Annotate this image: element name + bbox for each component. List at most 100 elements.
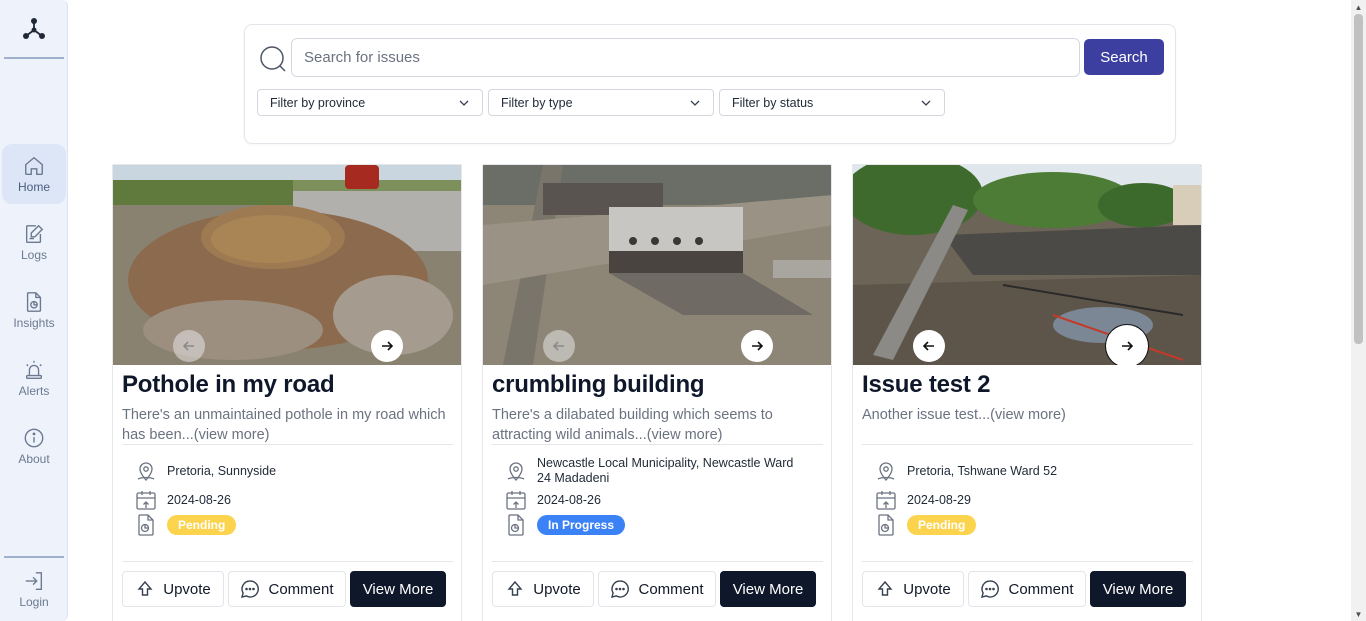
upvote-button[interactable]: Upvote: [862, 571, 964, 607]
view-more-label: View More: [732, 580, 804, 598]
arrow-up-icon: [507, 580, 523, 596]
page-scrollbar[interactable]: ▲ ▼: [1351, 0, 1366, 621]
carousel-next-button[interactable]: [371, 330, 403, 362]
status-row: Pending: [134, 513, 237, 537]
carousel-prev-button[interactable]: [913, 330, 945, 362]
search-panel: Search Filter by province Filter by type…: [244, 24, 1176, 144]
status-filter[interactable]: Filter by status: [719, 89, 945, 116]
filter-label: Filter by type: [501, 95, 573, 110]
issue-card: crumbling building There's a dilabated b…: [482, 164, 832, 621]
siren-icon: [25, 360, 43, 379]
arrow-right-icon: [1122, 341, 1134, 351]
file-chart-icon: [138, 514, 154, 536]
type-filter[interactable]: Filter by type: [488, 89, 714, 116]
map-pin-icon: [507, 462, 525, 481]
chat-bubble-icon: [611, 580, 630, 598]
issue-date: 2024-08-29: [907, 492, 971, 507]
issue-card: Pothole in my road There's an unmaintain…: [112, 164, 462, 621]
province-filter[interactable]: Filter by province: [257, 89, 483, 116]
sidebar-item-label: Home: [17, 179, 50, 194]
arrow-left-icon: [552, 341, 564, 351]
upvote-button[interactable]: Upvote: [492, 571, 594, 607]
search-icon: [260, 46, 286, 72]
home-icon: [25, 156, 43, 175]
sidebar-item-about[interactable]: About: [2, 416, 66, 476]
app-logo[interactable]: [0, 0, 68, 58]
divider: [492, 561, 823, 562]
carousel-next-button[interactable]: [1108, 327, 1146, 365]
view-more-button[interactable]: View More: [1090, 571, 1186, 607]
scroll-up-icon[interactable]: ▲: [1351, 0, 1366, 14]
issue-image: [113, 165, 461, 365]
info-icon: [24, 428, 44, 447]
map-pin-icon: [877, 462, 895, 481]
upvote-label: Upvote: [163, 580, 211, 598]
status-badge: Pending: [167, 515, 237, 535]
comment-button[interactable]: Comment: [968, 571, 1086, 607]
calendar-upload-icon: [506, 491, 526, 510]
comment-button[interactable]: Comment: [228, 571, 346, 607]
chevron-down-icon: [921, 100, 931, 106]
search-input[interactable]: [291, 38, 1080, 77]
carousel-prev-button[interactable]: [173, 330, 205, 362]
upvote-label: Upvote: [903, 580, 951, 598]
sidebar-item-insights[interactable]: Insights: [2, 280, 66, 340]
chat-bubble-icon: [981, 580, 1000, 598]
comment-label: Comment: [1008, 580, 1074, 598]
arrow-left-icon: [922, 341, 934, 351]
issue-description[interactable]: There's an unmaintained pothole in my ro…: [122, 405, 447, 445]
upvote-button[interactable]: Upvote: [122, 571, 224, 607]
comment-label: Comment: [638, 580, 704, 598]
arrow-up-icon: [137, 580, 153, 596]
location-row: Newcastle Local Municipality, Newcastle …: [504, 456, 804, 486]
issue-description[interactable]: Another issue test...(view more): [862, 405, 1187, 425]
date-row: 2024-08-26: [134, 488, 231, 512]
issue-description[interactable]: There's a dilabated building which seems…: [492, 405, 817, 445]
arrow-right-icon: [752, 341, 764, 351]
issue-location: Newcastle Local Municipality, Newcastle …: [537, 456, 794, 485]
sidebar-item-label: Insights: [13, 315, 55, 330]
calendar-upload-icon: [136, 491, 156, 510]
file-chart-icon: [508, 514, 524, 536]
divider: [122, 444, 453, 445]
sidebar-item-logs[interactable]: Logs: [2, 212, 66, 272]
view-more-label: View More: [1102, 580, 1174, 598]
sidebar-divider: [4, 556, 64, 558]
map-pin-icon: [137, 462, 155, 481]
comment-label: Comment: [268, 580, 334, 598]
comment-button[interactable]: Comment: [598, 571, 716, 607]
sidebar-item-login[interactable]: Login: [2, 559, 66, 619]
view-more-button[interactable]: View More: [720, 571, 816, 607]
upvote-label: Upvote: [533, 580, 581, 598]
carousel-prev-button[interactable]: [543, 330, 575, 362]
status-row: Pending: [874, 513, 977, 537]
sidebar-item-label: Alerts: [18, 383, 50, 398]
file-chart-icon: [878, 514, 894, 536]
view-more-button[interactable]: View More: [350, 571, 446, 607]
date-row: 2024-08-29: [874, 488, 971, 512]
issue-card: Issue test 2 Another issue test...(view …: [852, 164, 1202, 621]
sidebar-item-alerts[interactable]: Alerts: [2, 348, 66, 408]
sidebar-item-home[interactable]: Home: [2, 144, 66, 204]
divider: [862, 444, 1193, 445]
file-chart-icon: [26, 291, 42, 312]
scroll-down-icon[interactable]: ▼: [1351, 607, 1366, 621]
filter-label: Filter by status: [732, 95, 814, 110]
carousel-next-button[interactable]: [741, 330, 773, 362]
view-more-label: View More: [362, 580, 434, 598]
calendar-upload-icon: [876, 491, 896, 510]
issue-title: Pothole in my road: [122, 371, 335, 398]
status-badge: In Progress: [537, 515, 626, 535]
issue-title: crumbling building: [492, 371, 705, 398]
chevron-down-icon: [690, 100, 700, 106]
issue-image: [483, 165, 831, 365]
arrow-up-icon: [877, 580, 893, 596]
search-button[interactable]: Search: [1084, 39, 1164, 75]
date-row: 2024-08-26: [504, 488, 601, 512]
status-badge: Pending: [907, 515, 977, 535]
divider: [122, 561, 453, 562]
issue-location: Pretoria, Sunnyside: [167, 463, 277, 478]
location-row: Pretoria, Sunnyside: [134, 459, 276, 483]
sidebar: Home Logs Insights Alerts About Login: [0, 0, 68, 621]
scroll-thumb[interactable]: [1354, 14, 1363, 344]
